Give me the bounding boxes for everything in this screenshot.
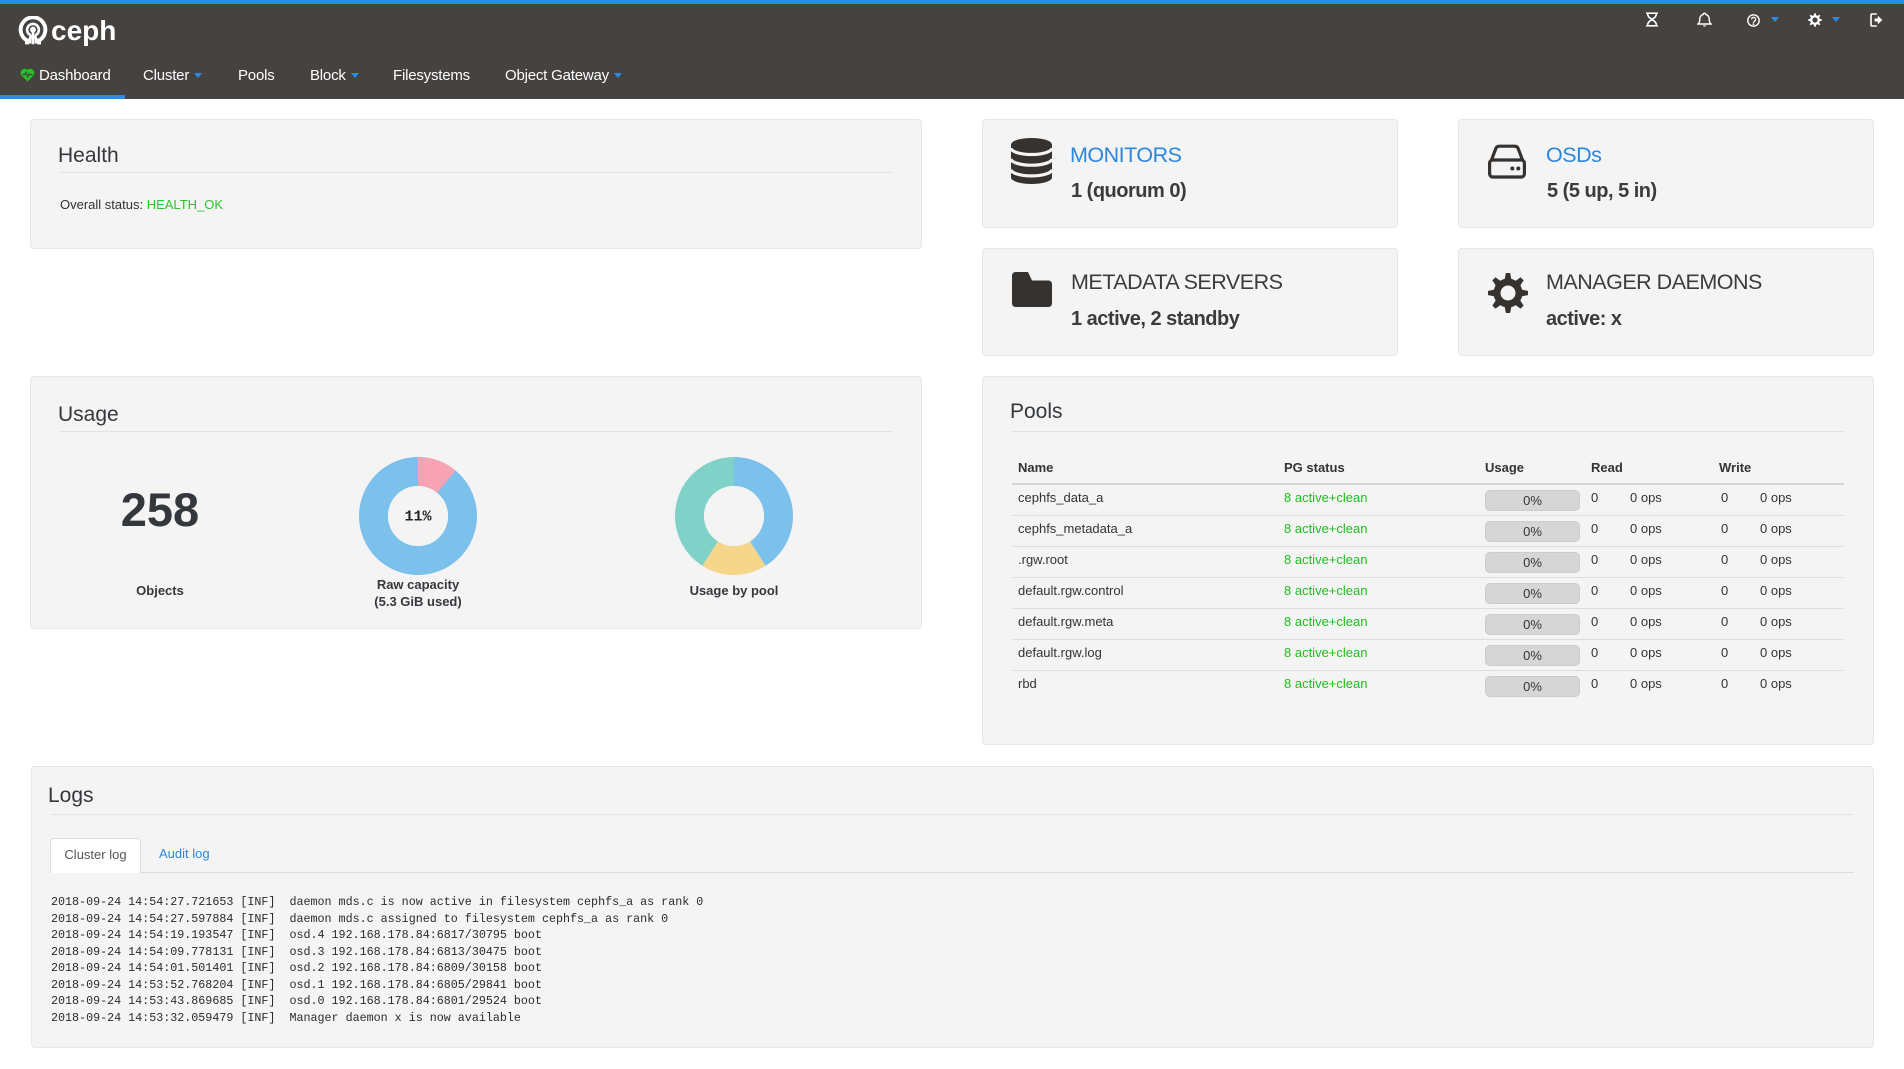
svg-text:11%: 11% <box>404 509 432 526</box>
